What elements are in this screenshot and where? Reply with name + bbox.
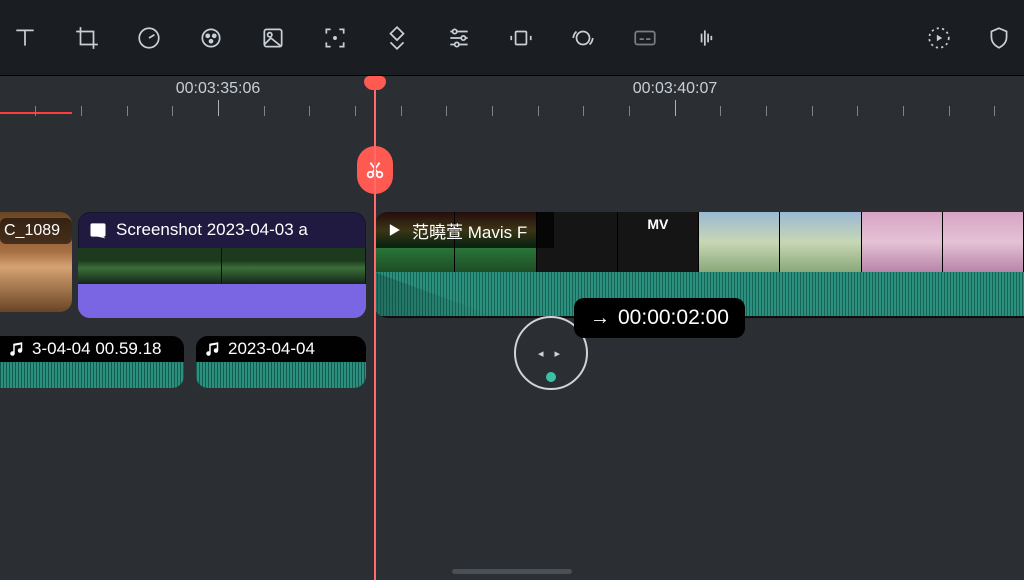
- clip-label: 3-04-04 00.59.18: [32, 339, 162, 359]
- ruler-tick: [492, 106, 493, 116]
- ruler-tick: [218, 100, 219, 116]
- trim-tooltip: → 00:00:02:00: [574, 298, 745, 338]
- ruler-tick: [127, 106, 128, 116]
- tool-group-right: [924, 23, 1014, 53]
- focus-icon[interactable]: [320, 23, 350, 53]
- ruler-tick: [812, 106, 813, 116]
- ruler-label: 00:03:40:07: [633, 80, 718, 98]
- equalizer-icon[interactable]: [692, 23, 722, 53]
- home-indicator: [452, 569, 572, 574]
- ruler-tick: [446, 106, 447, 116]
- audio-clip[interactable]: 2023-04-04: [196, 336, 366, 388]
- text-icon[interactable]: [10, 23, 40, 53]
- ruler-tick: [720, 106, 721, 116]
- dotted-play-icon[interactable]: [924, 23, 954, 53]
- clip-thumbnails: [78, 248, 366, 284]
- crop-icon[interactable]: [72, 23, 102, 53]
- audio-fx-icon[interactable]: [568, 23, 598, 53]
- play-icon: [384, 220, 404, 240]
- split-button[interactable]: [357, 146, 393, 194]
- ruler-tick: [766, 106, 767, 116]
- subtitle-icon[interactable]: [630, 23, 660, 53]
- ruler-tick: [949, 106, 950, 116]
- video-clip[interactable]: C_1089: [0, 212, 72, 312]
- clip-label: Screenshot 2023-04-03 a: [116, 220, 308, 240]
- shield-icon[interactable]: [984, 23, 1014, 53]
- clip-mv-overlay: MV: [647, 216, 668, 232]
- speed-icon[interactable]: [134, 23, 164, 53]
- image-clip[interactable]: Screenshot 2023-04-03 a: [78, 212, 366, 318]
- ruler-in-range: [0, 112, 72, 114]
- ruler-tick: [355, 106, 356, 116]
- ruler-tick: [172, 106, 173, 116]
- ruler-tick: [857, 106, 858, 116]
- ruler-label: 00:03:35:06: [176, 80, 261, 98]
- toolbar: [0, 0, 1024, 76]
- mask-icon[interactable]: [258, 23, 288, 53]
- image-icon: [88, 220, 108, 240]
- timeline[interactable]: 00:03:35:06 00:03:40:07: [0, 76, 1024, 580]
- clip-header: Screenshot 2023-04-03 a: [78, 212, 366, 248]
- adjust-icon[interactable]: [444, 23, 474, 53]
- clip-header: 范曉萱 Mavis F: [374, 212, 554, 248]
- blend-icon[interactable]: [382, 23, 412, 53]
- clip-header: 2023-04-04: [196, 336, 366, 362]
- ruler-tick: [538, 106, 539, 116]
- clip-header: C_1089: [0, 218, 72, 244]
- ruler-tick: [35, 106, 36, 116]
- arrow-right-icon: →: [590, 308, 610, 328]
- audio-waveform: [0, 362, 184, 388]
- ruler-tick: [583, 106, 584, 116]
- ruler-tick: [264, 106, 265, 116]
- clip-header: 3-04-04 00.59.18: [0, 336, 184, 362]
- audio-waveform: [196, 362, 366, 388]
- ruler-tick: [903, 106, 904, 116]
- resize-icon[interactable]: [506, 23, 536, 53]
- color-icon[interactable]: [196, 23, 226, 53]
- clip-body: [78, 284, 366, 318]
- ruler-tick: [675, 100, 676, 116]
- timeline-ruler[interactable]: 00:03:35:06 00:03:40:07: [0, 76, 1024, 138]
- ruler-tick: [309, 106, 310, 116]
- clip-label: 2023-04-04: [228, 339, 315, 359]
- audio-clip[interactable]: 3-04-04 00.59.18: [0, 336, 184, 388]
- clip-label: 范曉萱 Mavis F: [412, 218, 527, 243]
- ruler-tick: [401, 106, 402, 116]
- ruler-tick: [81, 106, 82, 116]
- tool-group-left: [10, 23, 924, 53]
- ruler-tick: [994, 106, 995, 116]
- music-icon: [8, 340, 26, 358]
- clip-label: C_1089: [4, 222, 60, 240]
- clip-thumbnails: MV 范曉萱 Mavis F: [374, 212, 1024, 272]
- trim-timecode: 00:00:02:00: [618, 306, 729, 330]
- ruler-tick: [629, 106, 630, 116]
- music-icon: [204, 340, 222, 358]
- playhead-line: [374, 138, 375, 580]
